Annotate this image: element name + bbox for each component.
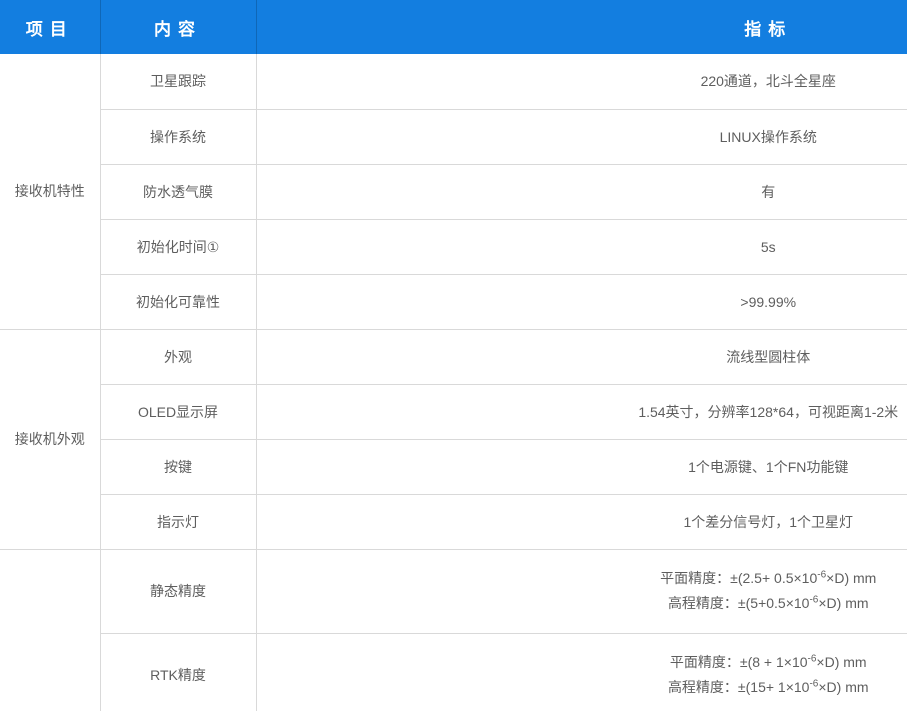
- value-cell: 5s: [256, 219, 907, 274]
- table-header: 项目 内容 指标: [0, 0, 907, 54]
- content-cell: RTK精度: [100, 633, 256, 711]
- content-cell: OLED显示屏: [100, 384, 256, 439]
- precision-line-horizontal: 平面精度：±(2.5+ 0.5×10-6×D) mm: [257, 566, 907, 591]
- value-cell: 流线型圆柱体: [256, 329, 907, 384]
- group-label-receiver-appearance: 接收机外观: [0, 329, 100, 549]
- content-cell: 初始化可靠性: [100, 274, 256, 329]
- header-cell-content: 内容: [100, 0, 256, 54]
- table-row: OLED显示屏 1.54英寸，分辨率128*64，可视距离1-2米: [0, 384, 907, 439]
- content-cell: 操作系统: [100, 109, 256, 164]
- value-cell: >99.99%: [256, 274, 907, 329]
- receiver-spec-table: 项目 内容 指标 接收机特性 卫星跟踪 220通道，北斗全星座 操作系统 LIN…: [0, 0, 907, 711]
- content-cell: 卫星跟踪: [100, 54, 256, 109]
- value-cell: 有: [256, 164, 907, 219]
- value-cell: 1个电源键、1个FN功能键: [256, 439, 907, 494]
- table-row: 初始化可靠性 >99.99%: [0, 274, 907, 329]
- group-label-receiver-features: 接收机特性: [0, 54, 100, 329]
- value-cell: 1个差分信号灯，1个卫星灯: [256, 494, 907, 549]
- header-cell-item: 项目: [0, 0, 100, 54]
- precision-line-horizontal: 平面精度：±(8 + 1×10-6×D) mm: [257, 650, 907, 675]
- content-cell: 静态精度: [100, 549, 256, 633]
- header-cell-spec: 指标: [256, 0, 907, 54]
- value-cell: 1.54英寸，分辨率128*64，可视距离1-2米: [256, 384, 907, 439]
- content-cell: 外观: [100, 329, 256, 384]
- content-cell: 按键: [100, 439, 256, 494]
- value-cell: 平面精度：±(2.5+ 0.5×10-6×D) mm 高程精度：±(5+0.5×…: [256, 549, 907, 633]
- exponent: -6: [817, 569, 826, 580]
- header-row: 项目 内容 指标: [0, 0, 907, 54]
- value-cell: 平面精度：±(8 + 1×10-6×D) mm 高程精度：±(15+ 1×10-…: [256, 633, 907, 711]
- table-row: 接收机特性 卫星跟踪 220通道，北斗全星座: [0, 54, 907, 109]
- table-row: 初始化时间① 5s: [0, 219, 907, 274]
- precision-line-vertical: 高程精度：±(15+ 1×10-6×D) mm: [257, 675, 907, 700]
- group-label-precision: [0, 549, 100, 711]
- value-cell: 220通道，北斗全星座: [256, 54, 907, 109]
- spec-table-viewport: 项目 内容 指标 接收机特性 卫星跟踪 220通道，北斗全星座 操作系统 LIN…: [0, 0, 907, 711]
- table-row: 静态精度 平面精度：±(2.5+ 0.5×10-6×D) mm 高程精度：±(5…: [0, 549, 907, 633]
- table-row: 接收机外观 外观 流线型圆柱体: [0, 329, 907, 384]
- table-row: 按键 1个电源键、1个FN功能键: [0, 439, 907, 494]
- content-cell: 初始化时间①: [100, 219, 256, 274]
- value-cell: LINUX操作系统: [256, 109, 907, 164]
- table-row: 指示灯 1个差分信号灯，1个卫星灯: [0, 494, 907, 549]
- content-cell: 防水透气膜: [100, 164, 256, 219]
- content-cell: 指示灯: [100, 494, 256, 549]
- table-row: 防水透气膜 有: [0, 164, 907, 219]
- table-row: RTK精度 平面精度：±(8 + 1×10-6×D) mm 高程精度：±(15+…: [0, 633, 907, 711]
- table-row: 操作系统 LINUX操作系统: [0, 109, 907, 164]
- precision-line-vertical: 高程精度：±(5+0.5×10-6×D) mm: [257, 591, 907, 616]
